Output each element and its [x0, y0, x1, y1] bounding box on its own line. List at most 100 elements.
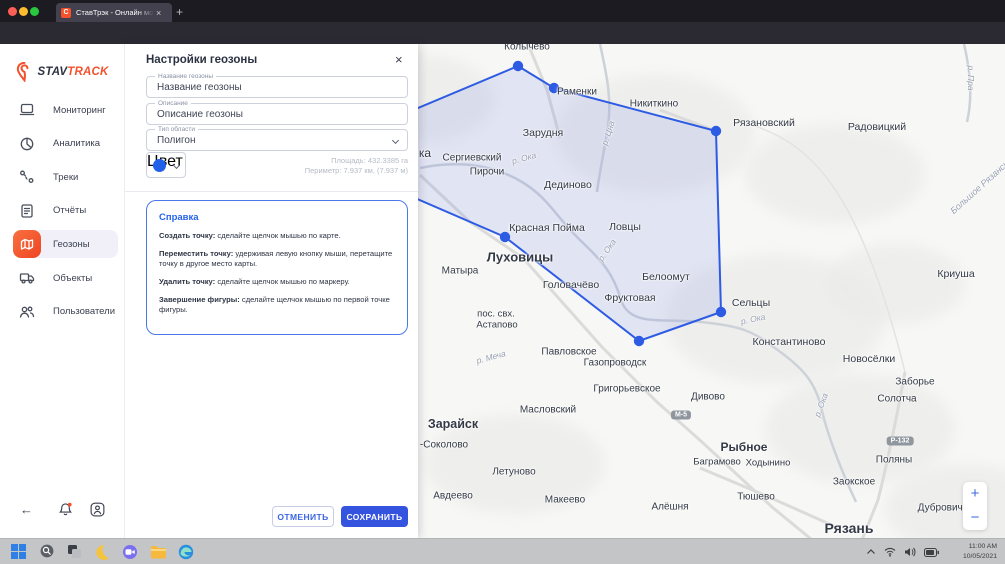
field-label: Тип области [155, 126, 198, 134]
map-place-label: Зарудня [523, 127, 563, 139]
help-item: Завершение фигуры: сделайте щелчок мышью… [159, 295, 395, 316]
notifications-bell-icon[interactable] [58, 502, 73, 517]
window-close-icon[interactable] [8, 7, 17, 16]
polygon-vertex[interactable] [716, 307, 726, 317]
moon-app-icon[interactable] [92, 542, 112, 562]
panel-title: Настройки геозоны [146, 54, 257, 66]
map-place-label: Григорьевское [593, 384, 660, 395]
sidebar-item-7[interactable]: Пользователи [13, 298, 118, 326]
field-value: Название геозоны [157, 82, 242, 93]
zoom-in-button[interactable]: + [963, 482, 987, 506]
sidebar-item-4[interactable]: Отчёты [13, 197, 118, 225]
sidebar-item-label: Объекты [53, 273, 92, 284]
geozone-name-field[interactable]: Название геозоны Название геозоны [146, 76, 408, 98]
file-explorer-icon[interactable] [148, 542, 168, 562]
map-place-label: Ловцы [609, 221, 641, 233]
map-zoom-control: + − [963, 482, 987, 530]
map-place-label: Солотча [877, 394, 916, 405]
tracks-icon [19, 169, 35, 185]
brand-logo: STAVTRACK [0, 58, 125, 86]
zoom-out-button[interactable]: − [963, 506, 987, 530]
polygon-vertex[interactable] [634, 336, 644, 346]
task-view-icon[interactable] [64, 542, 84, 562]
geozones-icon [19, 236, 35, 252]
map-place-label: Радовицкий [848, 121, 906, 133]
sidebar-item-2[interactable]: Аналитика [13, 130, 118, 158]
map-place-label: Тюшево [737, 492, 775, 503]
perimeter-metric: Периметр: 7.937 км, (7.937 м) [258, 166, 408, 175]
map-place-label: Никиткино [630, 99, 678, 110]
help-box: Справка Создать точку: сделайте щелчок м… [146, 200, 408, 335]
tab-close-icon[interactable]: × [156, 8, 161, 18]
map-place-label: Криуша [937, 268, 974, 280]
map-place-label: Авдеево [433, 491, 473, 502]
users-icon [19, 304, 35, 320]
map-place-label: Фруктовая [604, 292, 655, 304]
map-place-label: Луховицы [487, 250, 553, 265]
map-place-label: Константиново [753, 336, 826, 348]
window-minimize-icon[interactable] [19, 7, 28, 16]
edge-icon[interactable] [176, 542, 196, 562]
map-place-label: Красная Пойма [509, 222, 585, 234]
map-place-label: Алёшня [651, 502, 688, 513]
road-badge: М-5 [671, 411, 691, 420]
search-icon[interactable] [36, 542, 56, 562]
system-tray [866, 539, 939, 564]
site-favicon-icon: C [61, 8, 71, 18]
sidebar-item-3[interactable]: Треки [13, 163, 118, 191]
brand-pin-icon [16, 62, 33, 82]
sidebar-item-5[interactable]: Геозоны [13, 230, 118, 258]
map-place-label: Новосёлки [843, 353, 895, 365]
sidebar-item-1[interactable]: Мониторинг [13, 96, 118, 124]
map-place-label: Масловский [520, 405, 576, 416]
sidebar-item-label: Мониторинг [53, 105, 106, 116]
polygon-vertex[interactable] [513, 61, 523, 71]
map-place-label: пос. свх. [477, 309, 515, 320]
window-zoom-icon[interactable] [30, 7, 39, 16]
map-place-label: Павловское [541, 347, 596, 358]
geozone-settings-panel: Настройки геозоны × Название геозоны Наз… [125, 44, 418, 538]
meet-app-icon[interactable] [120, 542, 140, 562]
new-tab-button[interactable]: + [176, 5, 183, 19]
map-place-label: Головачёво [543, 279, 599, 291]
analytics-icon [19, 136, 35, 152]
sidebar-item-label: Аналитика [53, 138, 100, 149]
sidebar-item-6[interactable]: Объекты [13, 264, 118, 292]
panel-close-icon[interactable]: × [395, 52, 403, 67]
wifi-icon[interactable] [884, 547, 896, 557]
map-place-label: Рязановский [733, 117, 795, 129]
map-river-label: р. Пра [966, 65, 976, 90]
collapse-sidebar-icon[interactable]: ← [20, 502, 33, 517]
map-place-label: Пирочи [470, 167, 504, 178]
color-picker[interactable]: Цвет [146, 152, 186, 178]
app-sidebar: STAVTRACK Мониторинг Аналитика Треки Отч… [0, 44, 125, 538]
map-place-label: -Соколово [420, 440, 468, 451]
tray-chevron-up-icon[interactable] [866, 548, 876, 556]
help-item: Удалить точку: сделайте щелчок мышью по … [159, 277, 395, 288]
map-place-label: Летуново [492, 467, 535, 478]
map-place-label: Рязань [825, 520, 874, 536]
browser-tab[interactable]: C СтавТрэк - Онлайн мониторин × [56, 3, 172, 22]
map-place-label: Раменки [557, 87, 597, 98]
map-place-label: Заокское [833, 477, 875, 488]
taskbar: 11:00 AM 10/05/2021 [0, 538, 1005, 564]
cancel-button[interactable]: ОТМЕНИТЬ [272, 506, 334, 527]
help-item: Переместить точку: удерживая левую кнопк… [159, 249, 395, 270]
start-icon[interactable] [8, 542, 28, 562]
map-place-label: Заборье [895, 377, 934, 388]
map-place-label: Белоомут [642, 271, 690, 283]
volume-icon[interactable] [904, 547, 916, 557]
geozone-description-field[interactable]: Описание Описание геозоны [146, 103, 408, 125]
reports-icon [19, 203, 35, 219]
area-metric: Площадь: 432.3385 га [258, 156, 408, 165]
taskbar-clock[interactable]: 11:00 AM 10/05/2021 [963, 542, 997, 562]
map-place-label: Газопроводск [584, 358, 647, 369]
area-type-select[interactable]: Тип области Полигон [146, 129, 408, 151]
field-label: Описание [155, 100, 191, 108]
sidebar-item-label: Геозоны [53, 239, 90, 250]
battery-icon[interactable] [924, 548, 939, 557]
account-icon[interactable] [90, 502, 105, 517]
save-button[interactable]: СОХРАНИТЬ [341, 506, 408, 527]
map-place-label: Колычево [504, 44, 550, 53]
polygon-vertex[interactable] [711, 126, 721, 136]
